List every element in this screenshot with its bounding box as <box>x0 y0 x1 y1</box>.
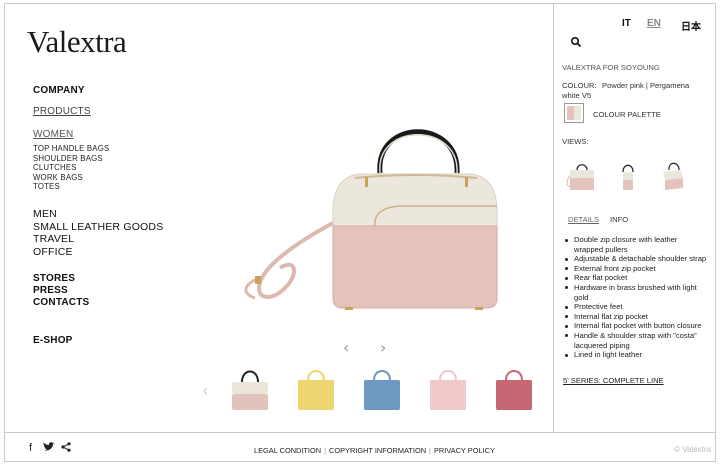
nav-eshop[interactable]: E-SHOP <box>33 335 73 346</box>
nav-women-sub-0[interactable]: TOP HANDLE BAGS <box>33 144 109 154</box>
views-label: VIEWS: <box>562 137 589 146</box>
tab-details[interactable]: DETAILS <box>568 215 599 224</box>
thumbnails-prev-arrow[interactable]: ‹ <box>202 381 208 400</box>
facebook-icon[interactable]: f <box>29 442 32 454</box>
thumb-bag-yellow[interactable] <box>286 364 346 422</box>
detail-item: Lined in light leather <box>564 350 707 360</box>
nav-office[interactable]: OFFICE <box>33 246 73 258</box>
thumb-bag-powder-pink[interactable] <box>220 364 280 422</box>
product-name: VALEXTRA FOR SOYOUNG <box>562 63 660 72</box>
nav-press[interactable]: PRESS <box>33 285 68 296</box>
colour-swatch[interactable] <box>564 103 584 123</box>
detail-item: External front zip pocket <box>564 264 707 274</box>
tab-info[interactable]: INFO <box>610 215 628 224</box>
search-icon[interactable] <box>570 35 582 48</box>
view-angle[interactable] <box>655 158 691 194</box>
nav-travel[interactable]: TRAVEL <box>33 233 74 245</box>
details-list: Double zip closure with leather wrapped … <box>564 235 707 360</box>
colour-value-line1: Powder pink | Pergamena <box>602 81 690 90</box>
footer-divider <box>4 432 716 433</box>
lang-en[interactable]: EN <box>647 18 661 29</box>
nav-men[interactable]: MEN <box>33 208 57 220</box>
footer-copyright-information[interactable]: COPYRIGHT INFORMATION <box>329 446 426 455</box>
nav-women[interactable]: WOMEN <box>33 129 73 140</box>
detail-item: Double zip closure with leather wrapped … <box>564 235 707 254</box>
footer-copyright: © Valextra <box>674 445 711 454</box>
lang-it[interactable]: IT <box>622 18 631 29</box>
nav-contacts[interactable]: CONTACTS <box>33 297 89 308</box>
main-image-next-arrow[interactable]: › <box>380 338 386 357</box>
twitter-icon[interactable] <box>43 442 55 455</box>
colour-label: COLOUR: <box>562 81 597 90</box>
thumb-bag-blue[interactable] <box>352 364 412 422</box>
thumb-bag-red[interactable] <box>484 364 544 422</box>
detail-item: Rear flat pocket <box>564 273 707 283</box>
lang-ja[interactable]: 日本 <box>681 18 701 33</box>
main-image-prev-arrow[interactable]: ‹ <box>343 338 349 357</box>
thumb-bag-pink[interactable] <box>418 364 478 422</box>
series-complete-line-link[interactable]: 5' SERIES: COMPLETE LINE <box>563 376 664 385</box>
colour-palette-link[interactable]: COLOUR PALETTE <box>593 110 661 119</box>
nav-products[interactable]: PRODUCTS <box>33 106 91 117</box>
detail-item: Hardware in brass brushed with light gol… <box>564 283 707 302</box>
panel-divider <box>553 3 554 433</box>
nav-women-sub-2[interactable]: CLUTCHES <box>33 163 77 173</box>
nav-stores[interactable]: STORES <box>33 273 75 284</box>
share-icon[interactable] <box>61 442 71 455</box>
detail-item: Adjustable & detachable shoulder strap <box>564 254 707 264</box>
footer-separator: | <box>324 446 326 455</box>
product-image <box>225 108 535 343</box>
detail-item: Protective feet <box>564 302 707 312</box>
nav-small-leather-goods[interactable]: SMALL LEATHER GOODS <box>33 221 163 233</box>
detail-item: Handle & shoulder strap with "costa" lac… <box>564 331 707 350</box>
footer-separator: | <box>429 446 431 455</box>
detail-item: Internal flat pocket with button closure <box>564 321 707 331</box>
colour-value-line2: white V5 <box>562 91 592 100</box>
nav-women-sub-4[interactable]: TOTES <box>33 182 60 192</box>
view-side[interactable] <box>613 160 643 194</box>
footer-legal-condition[interactable]: LEGAL CONDITION <box>254 446 321 455</box>
detail-item: Internal flat zip pocket <box>564 312 707 322</box>
footer-privacy-policy[interactable]: PRIVACY POLICY <box>434 446 495 455</box>
footer-links: LEGAL CONDITION | COPYRIGHT INFORMATION | PR… <box>254 446 495 455</box>
brand-logo[interactable]: Valextra <box>27 24 127 60</box>
view-front[interactable] <box>563 160 601 194</box>
nav-company[interactable]: COMPANY <box>33 85 85 96</box>
